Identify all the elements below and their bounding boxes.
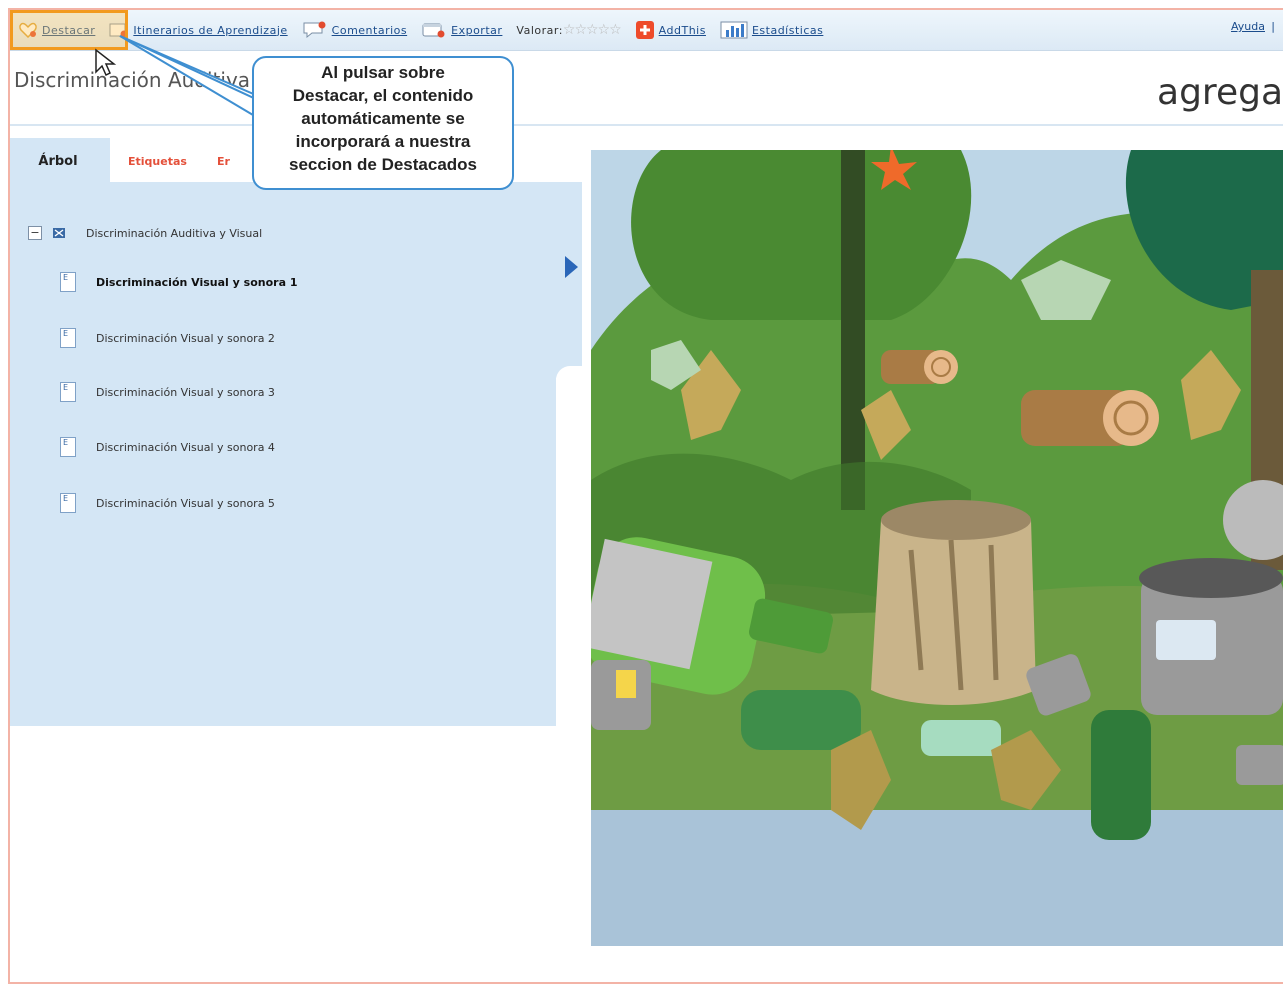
estadisticas-label: Estadísticas: [751, 23, 824, 37]
estadisticas-button[interactable]: Estadísticas: [720, 21, 824, 39]
callout-line: incorporará a nuestra: [295, 132, 471, 151]
tree-item-label: Discriminación Visual y sonora 4: [96, 440, 275, 454]
callout-line: seccion de Destacados: [288, 155, 478, 174]
package-icon: [52, 227, 66, 239]
document-icon: E: [60, 437, 76, 457]
tooltip-callout: Al pulsar sobre Destacar, el contenido a…: [252, 56, 514, 190]
tree-item-label: Discriminación Visual y sonora 2: [96, 331, 275, 345]
addthis-icon: [635, 21, 655, 39]
document-icon: E: [60, 328, 76, 348]
callout-line: Destacar, el contenido: [292, 86, 474, 105]
document-icon: E: [60, 382, 76, 402]
panel-notch: [556, 182, 582, 378]
valorar-label: Valorar:: [516, 23, 563, 37]
tree-item-label: Discriminación Visual y sonora 5: [96, 496, 275, 510]
collapse-icon[interactable]: −: [28, 226, 42, 240]
tree-item-label: Discriminación Visual y sonora 1: [96, 275, 298, 289]
forest-litter-scene: [591, 150, 1283, 946]
rating-stars-icon[interactable]: ☆☆☆☆☆: [563, 22, 622, 38]
addthis-button[interactable]: AddThis: [635, 21, 706, 39]
addthis-label: AddThis: [658, 23, 706, 37]
tree-item[interactable]: E Discriminación Visual y sonora 5: [60, 493, 275, 513]
callout-line: automáticamente se: [301, 109, 465, 128]
stats-chart-icon: [720, 21, 748, 39]
ayuda-link[interactable]: Ayuda: [1231, 20, 1265, 33]
tree-item[interactable]: E Discriminación Visual y sonora 4: [60, 437, 275, 457]
valorar-rating[interactable]: Valorar: ☆☆☆☆☆: [516, 22, 622, 38]
document-icon: E: [60, 272, 76, 292]
tree-item[interactable]: E Discriminación Visual y sonora 1: [60, 272, 297, 292]
toolbar-separator: |: [1271, 20, 1275, 33]
tree-root-label: Discriminación Auditiva y Visual: [86, 226, 263, 240]
tree-root[interactable]: − Discriminación Auditiva y Visual: [28, 226, 262, 240]
tree-item-label: Discriminación Visual y sonora 3: [96, 385, 275, 399]
content-illustration[interactable]: [591, 150, 1283, 946]
callout-line: Al pulsar sobre: [321, 63, 445, 82]
collapse-panel-arrow-icon[interactable]: [565, 256, 578, 278]
document-icon: E: [60, 493, 76, 513]
tree-item[interactable]: E Discriminación Visual y sonora 2: [60, 328, 275, 348]
tree-item[interactable]: E Discriminación Visual y sonora 3: [60, 382, 275, 402]
agrega-logo: agrega: [1157, 72, 1283, 113]
